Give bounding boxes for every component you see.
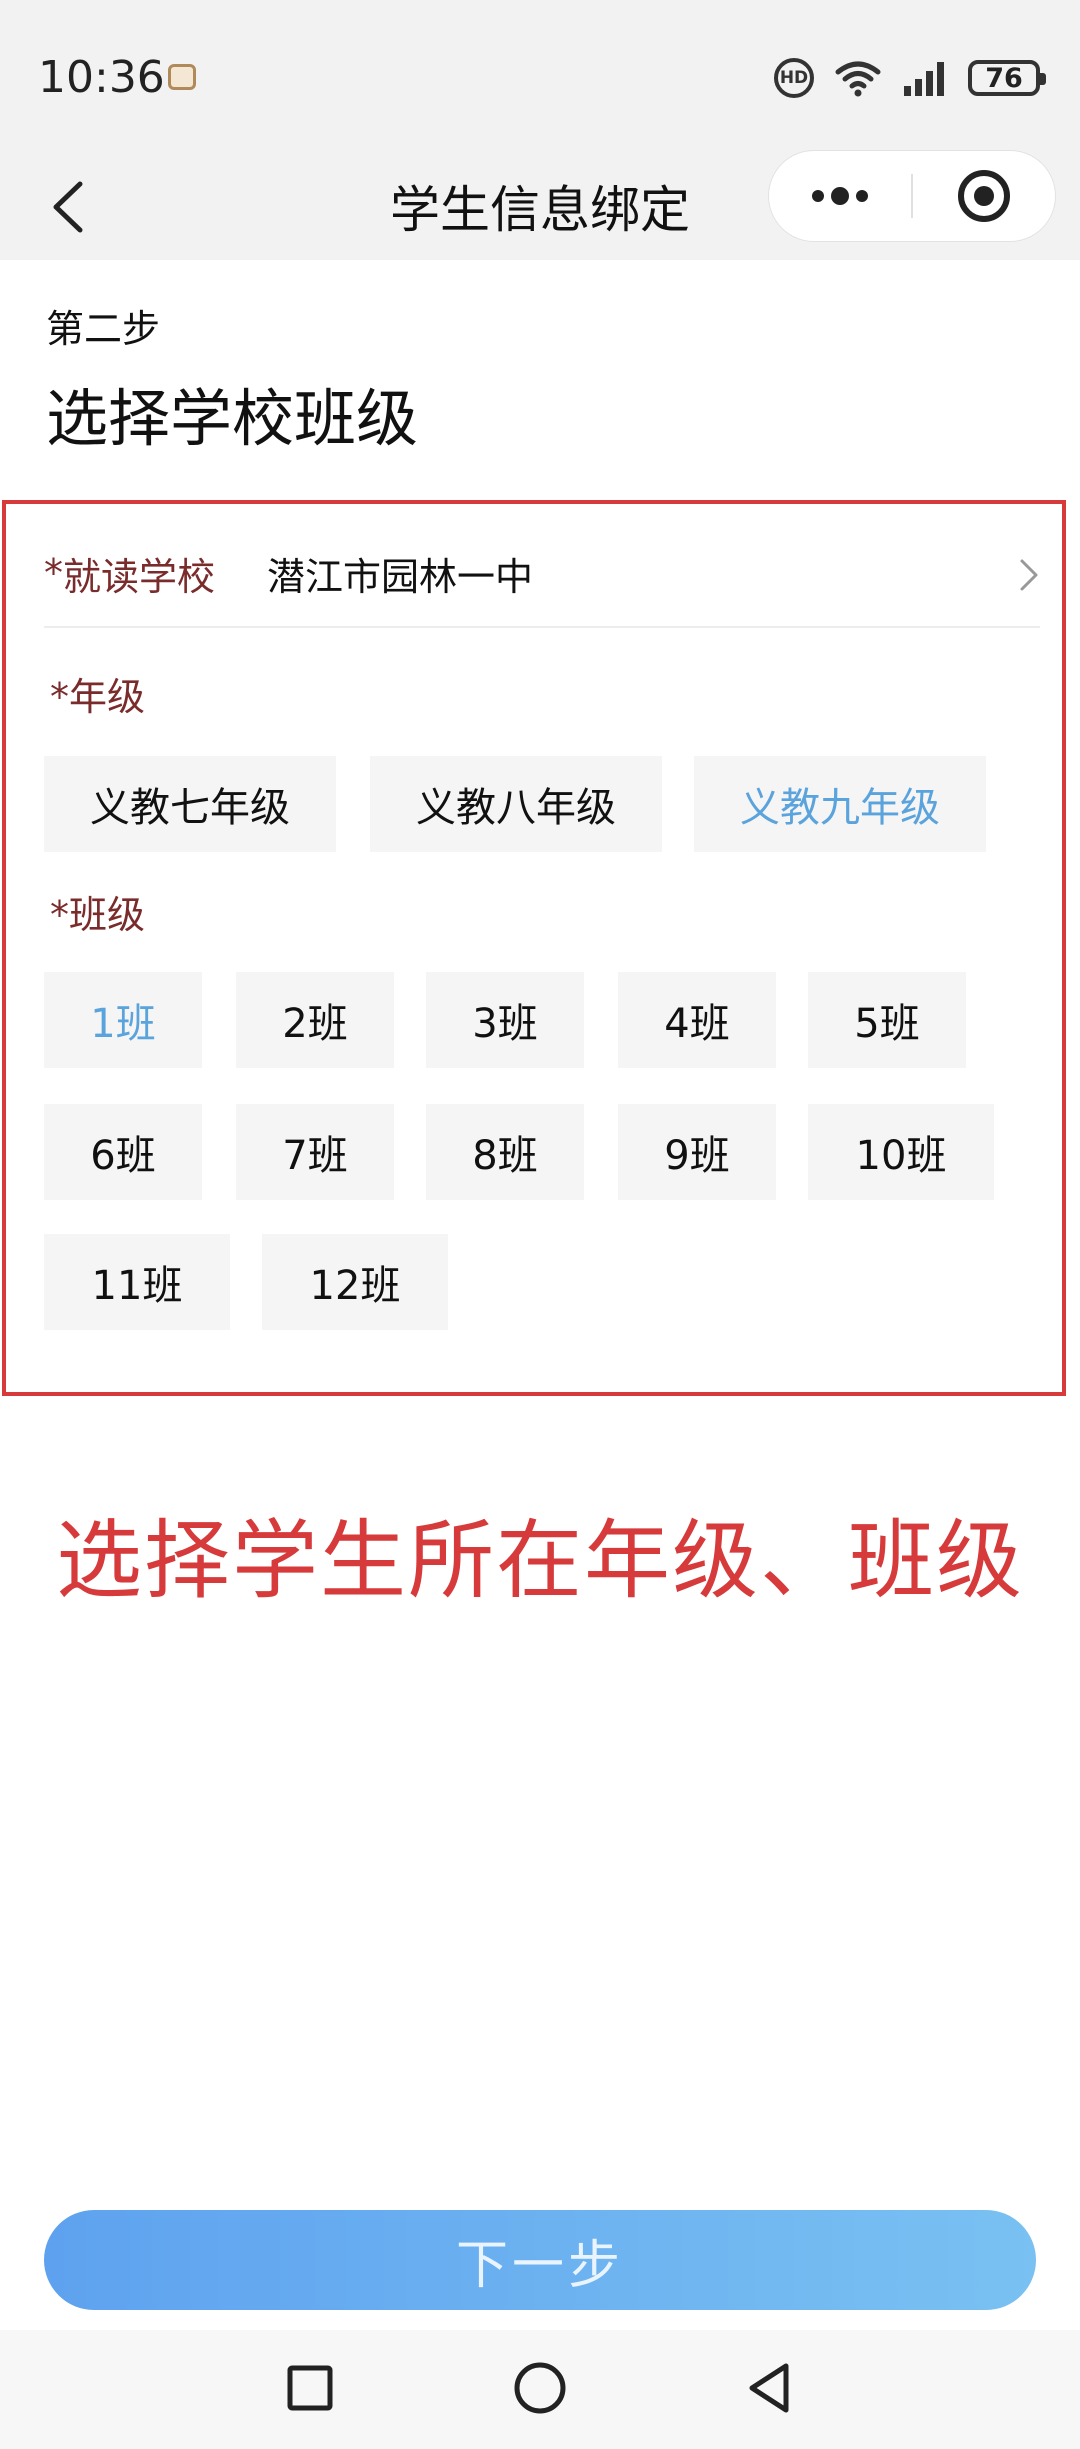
- grade-chip-8[interactable]: 义教八年级: [370, 756, 662, 852]
- class-chip-9[interactable]: 9班: [618, 1104, 776, 1200]
- class-chip-10[interactable]: 10班: [808, 1104, 994, 1200]
- target-close-icon: [958, 170, 1010, 222]
- school-label: 就读学校: [63, 554, 216, 599]
- system-nav-bar: [0, 2330, 1080, 2449]
- wifi-icon: [835, 61, 881, 97]
- required-mark: *: [44, 551, 63, 595]
- class-chip-1[interactable]: 1班: [44, 972, 202, 1068]
- grade-chip-9[interactable]: 义教九年级: [694, 756, 986, 852]
- class-chip-3[interactable]: 3班: [426, 972, 584, 1068]
- step-title: 选择学校班级: [46, 382, 419, 455]
- class-label-text: 班级: [69, 893, 146, 937]
- back-triangle-icon[interactable]: [740, 2358, 800, 2418]
- class-chip-11[interactable]: 11班: [44, 1234, 230, 1330]
- class-chip-8[interactable]: 8班: [426, 1104, 584, 1200]
- status-time: 10:36: [38, 52, 165, 103]
- page: 10:36 HD 76 学生信息绑定 第二步 选择学校班级 * 就读学校 潜江市…: [0, 0, 1080, 2449]
- step-label: 第二步: [46, 307, 161, 351]
- close-button[interactable]: [913, 151, 1055, 241]
- grade-chip-7[interactable]: 义教七年级: [44, 756, 336, 852]
- school-select-row[interactable]: * 就读学校 潜江市园林一中: [44, 520, 1040, 628]
- chevron-right-icon: [1020, 559, 1038, 591]
- required-mark: *: [50, 893, 69, 937]
- more-button[interactable]: [769, 151, 911, 241]
- status-indicators: HD 76: [774, 56, 1046, 100]
- class-chip-6[interactable]: 6班: [44, 1104, 202, 1200]
- class-chip-2[interactable]: 2班: [236, 972, 394, 1068]
- next-step-button[interactable]: 下一步: [44, 2210, 1036, 2310]
- home-icon[interactable]: [510, 2358, 570, 2418]
- grade-label: *年级: [50, 666, 145, 721]
- battery-icon: 76: [968, 60, 1046, 96]
- instruction-caption: 选择学生所在年级、班级: [56, 1511, 1024, 1611]
- school-value: 潜江市园林一中: [267, 554, 534, 599]
- grade-label-text: 年级: [69, 675, 146, 719]
- class-label: *班级: [50, 884, 145, 939]
- class-chip-7[interactable]: 7班: [236, 1104, 394, 1200]
- nav-bar: 学生信息绑定: [0, 150, 1080, 260]
- class-chip-12[interactable]: 12班: [262, 1234, 448, 1330]
- class-chip-5[interactable]: 5班: [808, 972, 966, 1068]
- ellipsis-icon: [812, 187, 868, 205]
- signal-icon: [904, 62, 944, 96]
- class-chip-4[interactable]: 4班: [618, 972, 776, 1068]
- miniprogram-capsule: [768, 150, 1056, 242]
- notification-icon: [168, 64, 196, 90]
- status-bar: 10:36 HD 76: [0, 0, 1080, 150]
- hd-call-icon: HD: [774, 58, 814, 98]
- recent-apps-icon[interactable]: [280, 2358, 340, 2418]
- required-mark: *: [50, 675, 69, 719]
